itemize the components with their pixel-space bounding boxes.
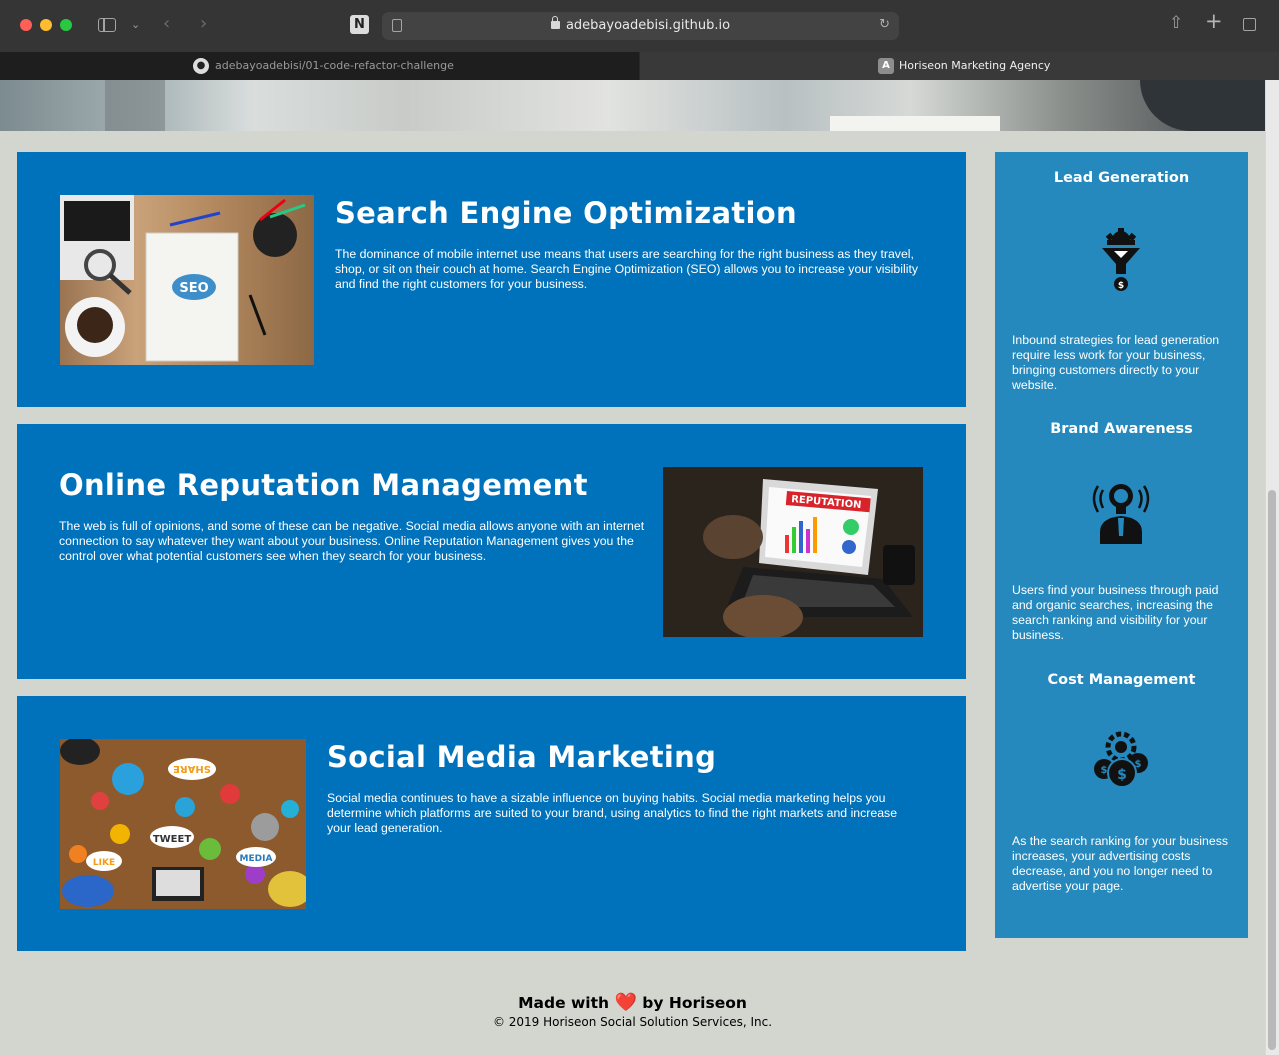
favicon-a-icon: A <box>878 58 894 74</box>
heart-icon: ❤️ <box>614 992 637 1013</box>
brand-awareness-title: Brand Awareness <box>1050 421 1193 437</box>
browser-toolbar: ⌄ ‹ › N adebayoadebisi.github.io ↻ ⇧ + <box>0 0 1279 52</box>
browser-chrome: ⌄ ‹ › N adebayoadebisi.github.io ↻ ⇧ + ●… <box>0 0 1279 80</box>
cost-management-body: As the search ranking for your business … <box>1012 834 1228 893</box>
footer-made-with: Made with <box>518 994 610 1012</box>
url-text: adebayoadebisi.github.io <box>565 18 731 33</box>
sidebar-toggle-icon[interactable] <box>98 18 116 32</box>
svg-text:$: $ <box>1117 767 1127 783</box>
chevron-down-icon[interactable]: ⌄ <box>131 17 140 33</box>
svg-text:$: $ <box>1101 765 1108 776</box>
reputation-image: REPUTATION <box>663 467 923 637</box>
hero-image <box>0 80 1265 131</box>
zoom-window-button[interactable] <box>60 19 72 31</box>
media-bubble-label: MEDIA <box>240 854 273 864</box>
forward-icon[interactable]: › <box>200 15 207 33</box>
benefits-sidebar: Lead Generation $ Inbound strategies for… <box>995 152 1248 938</box>
svg-text:$: $ <box>1118 281 1124 291</box>
social-media-image: SHARE TWEET LIKE MEDIA <box>60 739 306 909</box>
tweet-bubble-label: TWEET <box>153 834 192 845</box>
social-media-marketing-section: SHARE TWEET LIKE MEDIA Social Media Mark… <box>17 696 966 951</box>
scrollbar-thumb[interactable] <box>1268 490 1276 1050</box>
share-icon[interactable]: ⇧ <box>1169 15 1183 32</box>
cost-management-icon: $ $ $ <box>1090 725 1152 797</box>
tab-overview-icon[interactable] <box>1243 18 1256 31</box>
tab-github[interactable]: ● adebayoadebisi/01-code-refactor-challe… <box>0 52 639 80</box>
smm-title: Social Media Marketing <box>327 740 717 774</box>
reload-icon[interactable]: ↻ <box>879 17 890 32</box>
footer-copyright: © 2019 Horiseon Social Solution Services… <box>492 1015 773 1029</box>
online-reputation-management-section: Online Reputation Management The web is … <box>17 424 966 679</box>
share-bubble-label: SHARE <box>173 763 211 774</box>
address-bar[interactable]: adebayoadebisi.github.io ↻ <box>382 12 899 40</box>
lock-icon <box>550 16 560 29</box>
lead-generation-title: Lead Generation <box>1053 170 1190 186</box>
notion-extension-icon[interactable]: N <box>350 15 369 34</box>
footer: Made with ❤️ by Horiseon © 2019 Horiseon… <box>0 993 1265 1030</box>
seo-image-label: SEO <box>179 281 208 296</box>
orm-title: Online Reputation Management <box>59 468 588 502</box>
seo-body: The dominance of mobile internet use mea… <box>335 247 919 291</box>
tab-label: Horiseon Marketing Agency <box>899 59 1051 72</box>
tab-horiseon[interactable]: A Horiseon Marketing Agency <box>640 52 1279 80</box>
back-icon[interactable]: ‹ <box>163 15 170 33</box>
seo-title: Search Engine Optimization <box>335 196 797 230</box>
cost-management-title: Cost Management <box>1047 672 1196 688</box>
footer-heading: Made with ❤️ by Horiseon <box>0 993 1265 1013</box>
smm-body: Social media continues to have a sizable… <box>327 791 898 835</box>
tab-bar: ● adebayoadebisi/01-code-refactor-challe… <box>0 52 1279 80</box>
seo-image: SEO <box>60 195 314 365</box>
github-icon: ● <box>193 58 209 74</box>
like-bubble-label: LIKE <box>93 858 115 868</box>
brand-awareness-icon <box>1090 474 1152 546</box>
search-engine-optimization-section: SEO Search Engine Optimization The domin… <box>17 152 966 407</box>
orm-body: The web is full of opinions, and some of… <box>59 519 645 563</box>
tab-label: adebayoadebisi/01-code-refactor-challeng… <box>215 59 454 72</box>
minimize-window-button[interactable] <box>40 19 52 31</box>
footer-by: by Horiseon <box>642 994 747 1012</box>
brand-awareness-body: Users find your business through paid an… <box>1012 583 1219 642</box>
new-tab-icon[interactable]: + <box>1205 11 1223 32</box>
lead-generation-body: Inbound strategies for lead generation r… <box>1012 333 1220 392</box>
close-window-button[interactable] <box>20 19 32 31</box>
lead-funnel-icon: $ <box>1090 224 1152 296</box>
svg-text:$: $ <box>1135 759 1142 770</box>
